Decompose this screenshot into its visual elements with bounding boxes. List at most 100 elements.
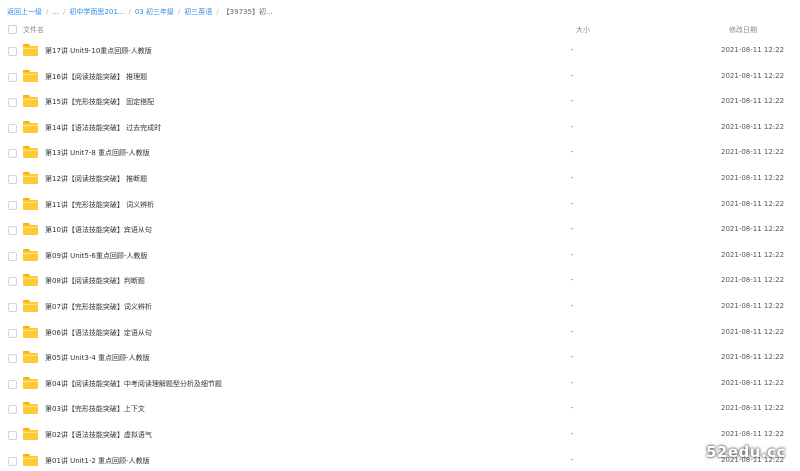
file-row[interactable]: 第01讲 Unit1-2 重点回顾-人教版 -2021-08-11 12:22 [0, 448, 800, 471]
file-name[interactable]: 第12讲【阅读技能突破】 推断题 [45, 174, 147, 184]
file-row[interactable]: 第09讲 Unit5-6重点回顾-人教版 - 2021-08-11 12:22 [0, 243, 800, 269]
row-checkbox[interactable] [8, 200, 17, 210]
file-modified-date: 2021-08-11 12:22 [721, 199, 785, 208]
file-name[interactable]: 第01讲 Unit1-2 重点回顾-人教版 [45, 456, 150, 466]
folder-icon [23, 44, 38, 56]
file-modified-date: 2021-08-11 12:22 [721, 250, 785, 259]
file-name[interactable]: 第10讲【语法技能突破】宾语从句 [45, 225, 152, 235]
file-row[interactable]: 第03讲【完形技能突破】上下文 - 2021-08-11 12:22 [0, 396, 800, 422]
file-name[interactable]: 第02讲【语法技能突破】虚拟语气 [45, 430, 152, 440]
select-all-checkbox[interactable] [8, 25, 17, 34]
file-modified-date: 2021-08-11 12:22 [721, 276, 785, 285]
file-row[interactable]: 第07讲【完形技能突破】词义辨析 - 2021-08-11 12:22 [0, 294, 800, 320]
file-modified-date: 2021-08-11 12:22 [721, 173, 785, 182]
file-row[interactable]: 第14讲【语法技能突破】 过去完成时 - 2021-08-11 12:22 [0, 115, 800, 141]
breadcrumb-item[interactable]: 初三英语 [184, 7, 212, 17]
file-size: - [571, 327, 574, 336]
row-checkbox[interactable] [8, 302, 17, 312]
file-size: - [571, 148, 574, 157]
row-checkbox[interactable] [8, 328, 17, 338]
breadcrumb-item[interactable]: ... [52, 8, 59, 16]
back-link[interactable]: 返回上一级 [7, 7, 42, 17]
row-checkbox[interactable] [8, 72, 17, 82]
row-checkbox[interactable] [8, 174, 17, 184]
row-checkbox[interactable] [8, 277, 17, 287]
file-name[interactable]: 第15讲【完形技能突破】 固定搭配 [45, 97, 154, 107]
file-name[interactable]: 第07讲【完形技能突破】词义辨析 [45, 302, 152, 312]
file-modified-date: 2021-08-11 12:22 [721, 122, 785, 131]
folder-icon [23, 325, 38, 338]
breadcrumb-separator: / [128, 8, 131, 16]
breadcrumb-item: 【39735】初... [222, 8, 273, 16]
breadcrumb-item[interactable]: 03 初三年级 [135, 7, 174, 17]
file-modified-date: 2021-08-11 12:22 [721, 97, 785, 106]
breadcrumb-item[interactable]: 初中学而思201... [69, 7, 124, 17]
file-size: - [571, 199, 574, 208]
breadcrumb-separator: / [46, 8, 49, 16]
file-size: - [571, 455, 574, 464]
file-name[interactable]: 第04讲【阅读技能突破】中考阅读理解题型分析及细节题 [45, 379, 222, 389]
row-checkbox[interactable] [8, 149, 17, 159]
row-checkbox[interactable] [8, 456, 17, 466]
file-row[interactable]: 第11讲【完形技能突破】 词义辨析 - 2021-08-11 12:22 [0, 192, 800, 218]
file-modified-date: 2021-08-11 12:22 [721, 327, 785, 336]
file-row[interactable]: 第06讲【语法技能突破】定语从句 - 2021-08-11 12:22 [0, 320, 800, 346]
file-name[interactable]: 第16讲【阅读技能突破】 推理题 [45, 72, 147, 82]
column-header-name[interactable]: 文件名 [23, 25, 44, 35]
file-row[interactable]: 第04讲【阅读技能突破】中考阅读理解题型分析及细节题 - 2021-08-11 12… [0, 371, 800, 397]
row-checkbox[interactable] [8, 47, 17, 56]
file-name[interactable]: 第17讲 Unit9-10重点回顾-人教版 [45, 46, 152, 56]
folder-icon [23, 402, 38, 415]
watermark: 52edu.cc [706, 443, 786, 461]
folder-icon [23, 453, 38, 466]
file-row[interactable]: 第05讲 Unit3-4 重点回顾-人教版 - 2021-08-11 12:22 [0, 345, 800, 371]
file-modified-date: 2021-08-11 12:22 [721, 71, 785, 80]
file-size: - [571, 46, 574, 54]
file-size: - [571, 225, 574, 234]
folder-icon [23, 376, 38, 389]
file-row[interactable]: 第02讲【语法技能突破】虚拟语气 - 2021-08-11 12:22 [0, 422, 800, 448]
row-checkbox[interactable] [8, 251, 17, 261]
row-checkbox[interactable] [8, 379, 17, 389]
file-size: - [571, 276, 574, 285]
file-size: - [571, 353, 574, 362]
file-name[interactable]: 第05讲 Unit3-4 重点回顾-人教版 [45, 353, 150, 363]
column-header-size[interactable]: 大小 [576, 25, 590, 35]
file-modified-date: 2021-08-11 12:22 [721, 148, 785, 157]
file-row[interactable]: 第08讲【阅读技能突破】判断题 - 2021-08-11 12:22 [0, 268, 800, 294]
file-row[interactable]: 第16讲【阅读技能突破】 推理题 - 2021-08-11 12:22 [0, 64, 800, 90]
file-list-header: 文件名 大小 修改日期 [0, 22, 800, 38]
folder-icon [23, 427, 38, 440]
file-size: - [571, 122, 574, 131]
row-checkbox[interactable] [8, 405, 17, 415]
breadcrumb: 返回上一级 /... / 初中学而思201.../03 初三年级 / 初三英语 / 【3973… [7, 5, 273, 19]
file-modified-date: 2021-08-11 12:22 [721, 225, 785, 234]
row-checkbox[interactable] [8, 226, 17, 236]
column-header-date[interactable]: 修改日期 [729, 25, 757, 35]
file-name[interactable]: 第14讲【语法技能突破】 过去完成时 [45, 123, 161, 133]
row-checkbox[interactable] [8, 98, 17, 108]
file-name[interactable]: 第11讲【完形技能突破】 词义辨析 [45, 200, 154, 210]
file-size: - [571, 429, 574, 438]
file-size: - [571, 378, 574, 387]
file-row[interactable]: 第12讲【阅读技能突破】 推断题 - 2021-08-11 12:22 [0, 166, 800, 192]
file-size: - [571, 404, 574, 413]
file-row[interactable]: 第13讲 Unit7-8 重点回顾-人教版 - 2021-08-11 12:22 [0, 140, 800, 166]
file-row[interactable]: 第17讲 Unit9-10重点回顾-人教版 - 2021-08-11 12:22 [0, 38, 800, 64]
breadcrumb-separator: / [177, 8, 181, 16]
file-modified-date: 2021-08-11 12:22 [721, 404, 785, 413]
row-checkbox[interactable] [8, 430, 17, 440]
file-name[interactable]: 第09讲 Unit5-6重点回顾-人教版 [45, 251, 147, 261]
file-modified-date: 2021-08-11 12:22 [721, 353, 785, 362]
file-row[interactable]: 第15讲【完形技能突破】 固定搭配 - 2021-08-11 12:22 [0, 89, 800, 115]
folder-icon [23, 223, 38, 236]
folder-icon [23, 197, 38, 210]
file-row[interactable]: 第10讲【语法技能突破】宾语从句 - 2021-08-11 12:22 [0, 217, 800, 243]
file-name[interactable]: 第03讲【完形技能突破】上下文 [45, 404, 145, 414]
file-name[interactable]: 第08讲【阅读技能突破】判断题 [45, 276, 145, 286]
row-checkbox[interactable] [8, 123, 17, 133]
row-checkbox[interactable] [8, 354, 17, 364]
file-name[interactable]: 第13讲 Unit7-8 重点回顾-人教版 [45, 148, 150, 158]
folder-icon [23, 146, 38, 159]
file-name[interactable]: 第06讲【语法技能突破】定语从句 [45, 328, 152, 338]
